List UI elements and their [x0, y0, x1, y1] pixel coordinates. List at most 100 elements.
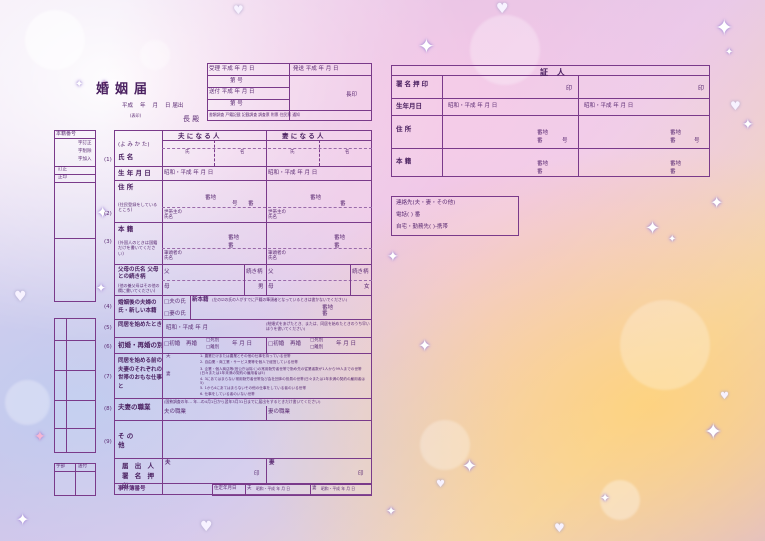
wife-divorce[interactable]: □離別	[310, 345, 323, 351]
husband-banchi: 番地	[205, 195, 217, 201]
husband-male: 男	[258, 284, 264, 290]
witness-honseki-ban-1: 番	[537, 169, 543, 175]
star-icon: ✦	[386, 504, 397, 518]
star-icon: ✦	[645, 218, 661, 239]
cohabit-note: (結婚式をあげたとき、または、同居を始めたときのうち早いほうを書いてください)	[266, 321, 370, 331]
row-number: (2)	[104, 211, 112, 217]
rule	[162, 458, 163, 483]
rule	[391, 115, 710, 116]
occ-item: 3. 企業・個人商店等(官公庁は除く)の常用勤労者世帯で勤め先の従業者数が1人か…	[200, 367, 362, 376]
witness-birth-1: 昭和・平成 年 月 日	[448, 103, 498, 109]
left-header-item: 宇訂正	[78, 141, 92, 146]
bokeh	[5, 380, 50, 425]
star-icon: ✦	[715, 16, 734, 41]
parents-label: 父母の氏名 父母との続き柄	[118, 267, 159, 281]
left-header-item: 字削除	[78, 149, 92, 154]
husband-column-header: 夫 に な る 人	[178, 132, 220, 140]
husband-remarriage[interactable]: 再婚	[186, 341, 197, 348]
new-honseki-note: (左の☑の氏の人がすでに戸籍の筆頭者となっているときは書かないでください)	[212, 297, 348, 302]
husband-last: 氏	[185, 150, 190, 155]
rule	[245, 484, 246, 496]
rule	[54, 370, 96, 371]
wife-mother: 母	[268, 284, 274, 290]
rule	[114, 337, 372, 338]
rule	[162, 130, 163, 295]
husband-father: 父	[164, 269, 170, 275]
contact-title: 連絡先(夫・妻・その他)	[396, 200, 456, 206]
rule	[114, 180, 372, 181]
rule	[54, 428, 96, 429]
witness-ban-1: 番	[537, 138, 543, 144]
rule	[162, 337, 163, 353]
reception-checks: 書類調査 戸籍記載 記載調査 調査票 附票 住民票 通知	[209, 112, 300, 117]
star-icon: ✦	[462, 456, 478, 477]
rule	[162, 207, 372, 208]
wife-name-checkbox[interactable]: □妻の氏	[164, 311, 186, 318]
parents-note: (他の養父母はその他の欄に書いてください)	[118, 283, 160, 293]
rule	[114, 264, 372, 265]
contact-phone: 電話( ) 番	[396, 212, 421, 218]
other-label: そ の 他	[118, 432, 134, 450]
case-number-label: 事件簿番号	[118, 486, 146, 492]
rule	[114, 222, 372, 223]
rule	[391, 98, 710, 99]
wife-death[interactable]: □死別	[310, 338, 323, 344]
after-marriage-label: 婚姻後の夫婦の氏・新しい本籍	[118, 300, 157, 315]
husband-birth: 昭和・平成 年 月 日	[164, 170, 214, 176]
rule	[162, 483, 163, 495]
wife-first-marriage[interactable]: □初婚	[268, 341, 284, 348]
husband-mother: 母	[164, 284, 170, 290]
wife-job: 妻の職業	[268, 409, 291, 415]
rule	[66, 318, 67, 453]
star-icon: ✦	[710, 193, 724, 212]
occ-wife: 妻	[166, 372, 171, 377]
wife-remarriage-date: 年 月 日	[336, 341, 356, 347]
husband-name-checkbox[interactable]: □夫の氏	[164, 299, 186, 306]
row-number: (3)	[104, 239, 112, 245]
date-sub: (表印)	[130, 113, 142, 118]
witness-honseki-banchi-1: 番地	[537, 161, 549, 167]
left-panel-top	[54, 130, 96, 302]
left-sub: 訂正	[58, 167, 67, 172]
rule	[162, 148, 372, 149]
witness-honseki-label: 本 籍	[396, 157, 412, 165]
reception-number: 第 号	[230, 78, 243, 84]
reception-received: 受理 平成 年 月 日	[209, 66, 255, 72]
witness-honseki-ban-2: 番	[670, 169, 676, 175]
witness-go-2: 号	[694, 138, 700, 144]
new-ban: 番	[322, 311, 328, 317]
husband-honseki-banchi: 番地	[228, 235, 240, 241]
rule	[54, 182, 96, 183]
witness-sign-label: 署名押印	[396, 80, 430, 88]
reception-sent-number: 第 号	[230, 101, 243, 107]
husband-divorce[interactable]: □離別	[206, 345, 219, 351]
rule	[114, 458, 372, 459]
row-number: (1)	[104, 157, 112, 163]
occ-item: 6. 仕事をしている者のいない世帯	[200, 392, 255, 396]
witness-banchi-1: 番地	[537, 130, 549, 136]
rule	[244, 264, 245, 295]
signature-husband: 夫	[165, 460, 171, 466]
wife-head: 筆頭者の氏名	[268, 251, 286, 262]
star-icon: ✦	[387, 249, 399, 265]
rule	[162, 140, 372, 141]
heart-icon: ♥	[496, 1, 509, 17]
row-number: (5)	[104, 325, 112, 331]
reception-sent-date: 発送 平成 年 月 日	[293, 66, 339, 72]
wife-remarriage[interactable]: 再婚	[290, 341, 301, 348]
job-label: 夫妻の職業	[118, 403, 151, 411]
rule	[114, 295, 372, 296]
witness-title: 証 人	[540, 68, 568, 77]
husband-first-marriage[interactable]: □初婚	[164, 341, 180, 348]
witness-honseki-banchi-2: 番地	[670, 161, 682, 167]
husband-death[interactable]: □死別	[206, 338, 219, 344]
name-label: 氏 名	[118, 153, 134, 161]
witness-birth-label: 生年月日	[396, 102, 422, 110]
rule	[578, 75, 579, 177]
heart-icon: ♥	[554, 521, 565, 535]
heart-icon: ♥	[730, 99, 741, 113]
star-icon: ✦	[725, 47, 734, 58]
husband-householder: 世帯主の氏名	[164, 210, 182, 221]
residence-husband: 夫	[247, 486, 252, 491]
wife-last: 氏	[290, 150, 295, 155]
